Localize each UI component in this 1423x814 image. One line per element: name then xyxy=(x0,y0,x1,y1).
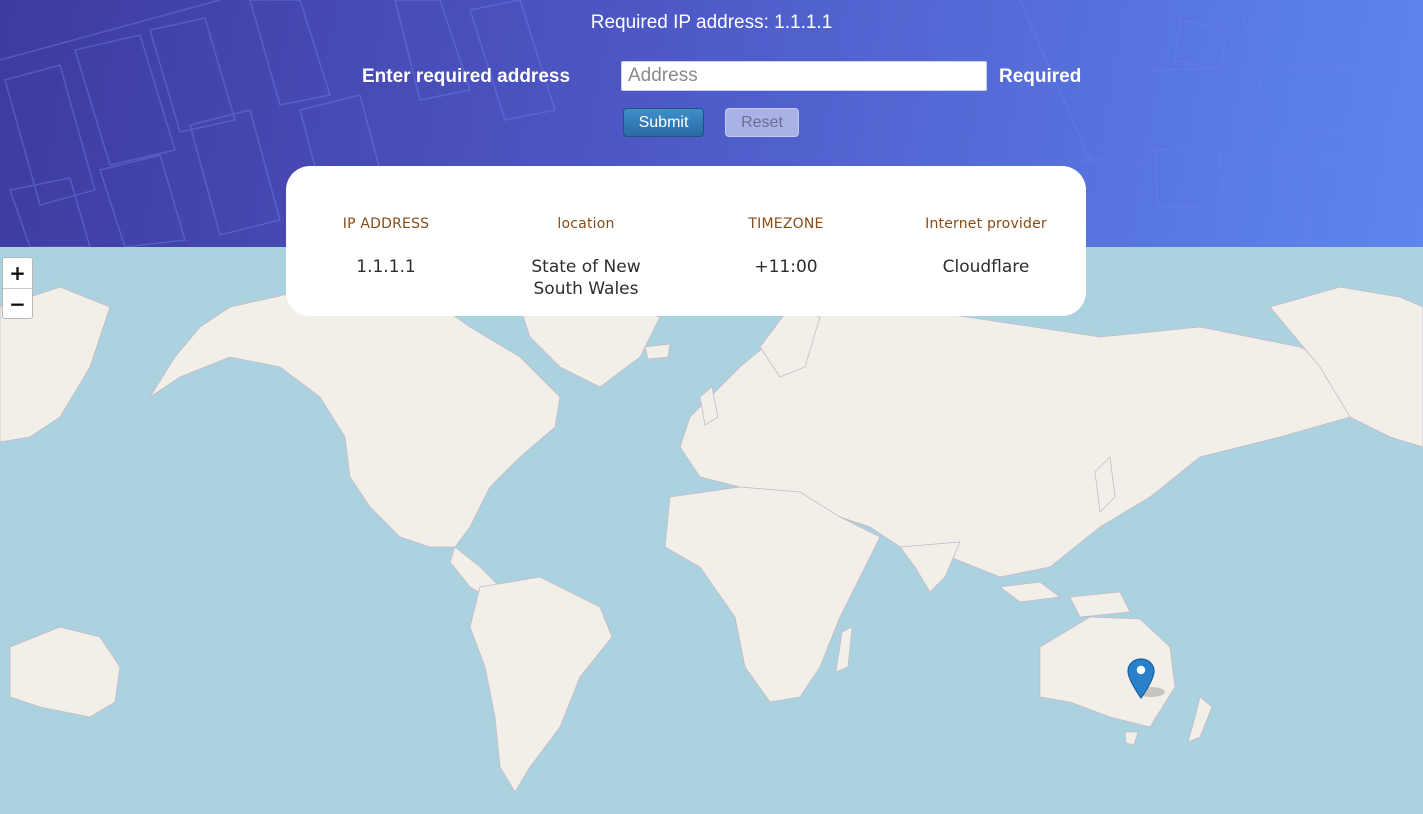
isp-heading: Internet provider xyxy=(925,216,1047,232)
ip-address-column: IP ADDRESS 1.1.1.1 xyxy=(286,216,486,278)
timezone-column: TIMEZONE +11:00 xyxy=(686,216,886,278)
map-tiles xyxy=(0,286,1423,793)
isp-column: Internet provider Cloudflare xyxy=(886,216,1086,278)
isp-value: Cloudflare xyxy=(942,257,1030,277)
timezone-value: +11:00 xyxy=(754,257,818,277)
submit-button[interactable]: Submit xyxy=(623,108,704,137)
ip-address-heading: IP ADDRESS xyxy=(342,216,430,232)
ip-address-value: 1.1.1.1 xyxy=(356,257,416,277)
zoom-in-button[interactable]: + xyxy=(3,258,32,289)
world-map[interactable] xyxy=(0,247,1423,814)
timezone-heading: TIMEZONE xyxy=(748,216,824,232)
address-field-label: Enter required address xyxy=(362,66,571,87)
address-input[interactable] xyxy=(621,61,987,91)
required-label: Required xyxy=(999,66,1082,87)
page-title: Required IP address: 1.1.1.1 xyxy=(590,12,833,33)
map-pin-icon[interactable] xyxy=(1127,658,1167,702)
zoom-control: + − xyxy=(2,257,33,319)
location-column: location State of New South Wales xyxy=(486,216,686,300)
reset-button[interactable]: Reset xyxy=(725,108,799,137)
zoom-out-button[interactable]: − xyxy=(3,289,32,319)
location-heading: location xyxy=(557,216,615,232)
ip-info-card: IP ADDRESS 1.1.1.1 location State of New… xyxy=(286,166,1086,316)
location-value: State of New South Wales xyxy=(531,257,641,299)
